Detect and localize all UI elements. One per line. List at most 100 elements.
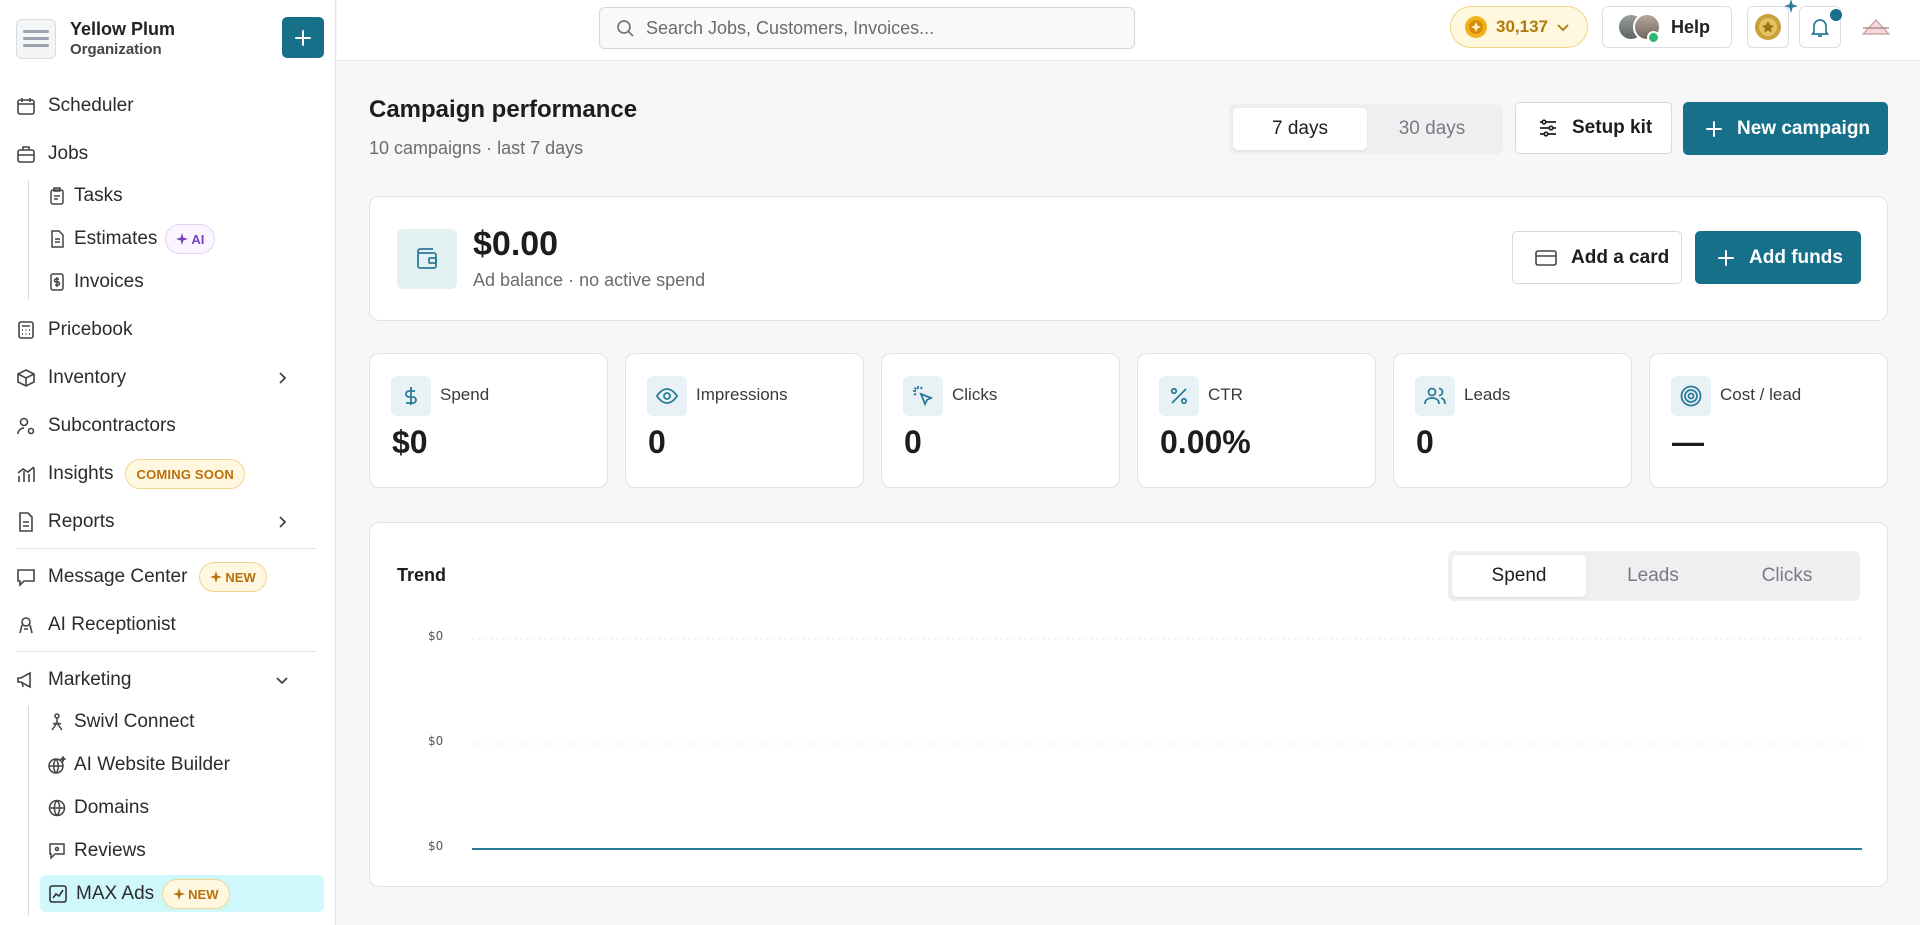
sidebar-item-ai-website-builder[interactable]: AI Website Builder <box>48 749 230 781</box>
new-campaign-button[interactable]: New campaign <box>1683 102 1888 155</box>
topbar: Search Jobs, Customers, Invoices... 30,1… <box>337 0 1920 61</box>
range-7-days-button[interactable]: 7 days <box>1233 108 1367 150</box>
sidebar-item-insights[interactable]: Insights COMING SOON <box>16 458 246 490</box>
sidebar-item-label: AI Receptionist <box>48 614 176 635</box>
sidebar-item-max-ads[interactable]: MAX Ads NEW <box>48 878 230 910</box>
stat-label: Clicks <box>952 385 998 404</box>
coins-balance-button[interactable]: 30,137 <box>1450 6 1588 48</box>
sidebar-item-tasks[interactable]: Tasks <box>48 180 123 212</box>
stat-card-leads: Leads 0 <box>1393 353 1632 488</box>
add-funds-label: Add funds <box>1749 246 1843 268</box>
sidebar-item-label: Tasks <box>74 185 123 206</box>
org-type: Organization <box>70 41 162 58</box>
sidebar-item-marketing[interactable]: Marketing <box>16 664 316 696</box>
new-badge: NEW <box>162 879 230 909</box>
sidebar-item-invoices[interactable]: Invoices <box>48 266 144 298</box>
calendar-icon <box>17 98 35 115</box>
stat-label: Cost / lead <box>1720 385 1802 404</box>
new-badge: NEW <box>199 562 267 592</box>
y-tick-label: $0 <box>428 629 444 643</box>
add-funds-button[interactable]: Add funds <box>1695 231 1861 284</box>
sidebar-item-label: MAX Ads <box>76 883 155 904</box>
bell-icon <box>1810 19 1830 37</box>
submenu-line <box>28 180 29 300</box>
quick-add-button[interactable] <box>282 17 324 58</box>
coming-soon-badge: COMING SOON <box>125 459 246 489</box>
search-icon <box>617 20 634 37</box>
setup-kit-button[interactable]: Setup kit <box>1515 102 1672 154</box>
trend-chart <box>472 638 1862 850</box>
sidebar-item-scheduler[interactable]: Scheduler <box>16 90 134 122</box>
dollar-icon <box>405 387 417 405</box>
users-icon <box>1424 387 1446 405</box>
sidebar-divider <box>16 651 316 652</box>
range-30-days-button[interactable]: 30 days <box>1365 108 1499 150</box>
page-title: Campaign performance <box>369 96 638 123</box>
user-cog-icon <box>17 417 35 435</box>
stat-icon-box <box>647 376 687 416</box>
notification-dot <box>1830 9 1842 21</box>
sidebar-item-ai-receptionist[interactable]: AI Receptionist <box>16 609 176 641</box>
sidebar-item-label: Inventory <box>48 367 127 388</box>
tab-clicks[interactable]: Clicks <box>1720 555 1854 597</box>
stat-icon-box <box>1159 376 1199 416</box>
trend-title: Trend <box>397 565 447 585</box>
ai-badge: AI <box>165 224 216 254</box>
document-icon <box>51 230 64 248</box>
stat-value: $0 <box>392 424 428 460</box>
stat-card-spend: Spend $0 <box>369 353 608 488</box>
report-icon <box>19 512 33 532</box>
tab-leads[interactable]: Leads <box>1586 555 1720 597</box>
help-button[interactable]: Help <box>1602 6 1732 48</box>
account-menu-button[interactable] <box>1861 14 1891 38</box>
sparkle-icon <box>210 571 223 583</box>
add-card-button[interactable]: Add a card <box>1512 231 1682 284</box>
invoice-dollar-icon <box>50 273 64 291</box>
tab-spend[interactable]: Spend <box>1452 555 1586 597</box>
submenu-line <box>28 706 29 916</box>
stat-label: Spend <box>440 385 490 404</box>
eye-icon <box>656 388 678 404</box>
search-placeholder: Search Jobs, Customers, Invoices... <box>646 17 935 38</box>
notifications-button[interactable] <box>1799 6 1842 48</box>
chart-bars-icon <box>17 466 35 482</box>
sidebar: Yellow Plum Organization Scheduler Jobs … <box>0 0 336 925</box>
sidebar-item-label: Reviews <box>74 840 146 861</box>
chat-icon <box>17 569 35 587</box>
sidebar-item-message-center[interactable]: Message Center NEW <box>16 561 267 593</box>
clipboard-icon <box>50 187 64 205</box>
sidebar-item-pricebook[interactable]: Pricebook <box>16 314 133 346</box>
search-input[interactable]: Search Jobs, Customers, Invoices... <box>599 7 1135 49</box>
sidebar-item-label: Jobs <box>48 143 89 164</box>
profile-logo-icon <box>1861 19 1891 35</box>
trend-card: Trend Spend Leads Clicks $0 $0 $0 <box>369 522 1888 887</box>
sidebar-item-estimates[interactable]: Estimates AI <box>48 223 216 255</box>
sidebar-item-inventory[interactable]: Inventory <box>16 362 316 394</box>
rewards-button[interactable] <box>1747 0 1798 48</box>
balance-subtitle: Ad balance · no active spend <box>473 270 706 290</box>
sidebar-item-label: Pricebook <box>48 319 133 340</box>
setup-kit-label: Setup kit <box>1572 117 1653 138</box>
page-subtitle: 10 campaigns · last 7 days <box>369 138 584 158</box>
support-avatars <box>1617 13 1661 44</box>
briefcase-icon <box>17 146 35 163</box>
percent-icon <box>1170 387 1188 405</box>
sidebar-item-jobs[interactable]: Jobs <box>16 138 88 170</box>
sidebar-item-label: Scheduler <box>48 95 134 116</box>
sidebar-item-subcontractors[interactable]: Subcontractors <box>16 410 176 442</box>
stat-card-impressions: Impressions 0 <box>625 353 864 488</box>
sidebar-item-reports[interactable]: Reports <box>16 506 316 538</box>
globe-icon <box>48 799 66 817</box>
sidebar-item-swivl-connect[interactable]: Swivl Connect <box>48 706 194 738</box>
sidebar-item-reviews[interactable]: Reviews <box>48 835 146 867</box>
sidebar-item-label: Insights <box>48 463 114 484</box>
org-switcher[interactable]: Yellow Plum Organization <box>16 16 175 62</box>
chevron-right-icon <box>279 516 287 528</box>
plus-icon <box>295 29 311 46</box>
sidebar-item-label: Subcontractors <box>48 415 176 436</box>
sparkle-icon <box>173 888 186 900</box>
sliders-icon <box>1540 119 1556 137</box>
sidebar-item-label: Invoices <box>74 271 144 292</box>
person-signal-icon <box>51 713 63 731</box>
sidebar-item-domains[interactable]: Domains <box>48 792 149 824</box>
